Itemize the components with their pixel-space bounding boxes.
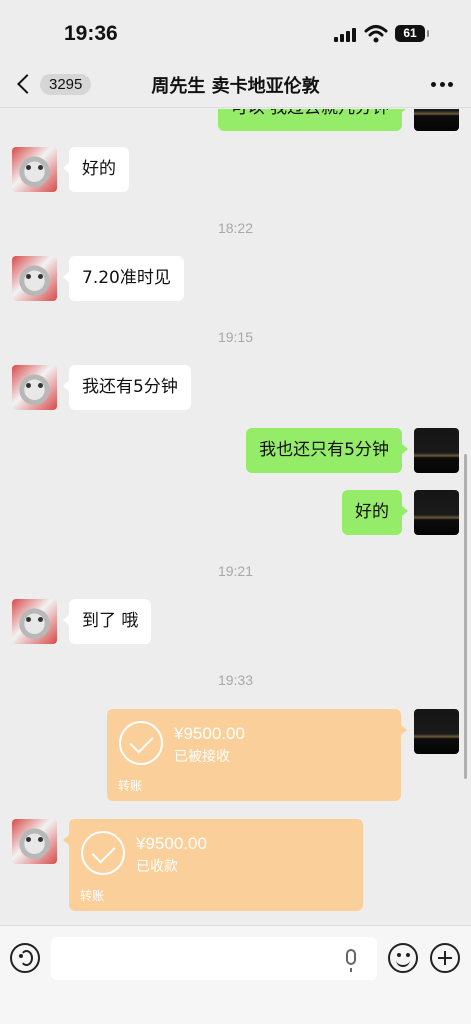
my-avatar[interactable] (414, 109, 459, 131)
message-bubble-received[interactable]: 我还有5分钟 (63, 365, 191, 410)
wifi-icon (364, 25, 388, 43)
unread-count-badge: 3295 (40, 73, 92, 95)
plus-icon[interactable] (430, 943, 460, 973)
contact-avatar[interactable] (12, 147, 57, 192)
my-avatar[interactable] (414, 490, 459, 535)
message-bubble-sent[interactable]: 好的 (342, 490, 408, 535)
timestamp: 19:33 (217, 672, 254, 688)
status-bar: 19:36 61 (0, 0, 471, 62)
message-bubble-sent[interactable]: 我也还只有5分钟 (246, 428, 408, 473)
chat-message-list[interactable]: 可以 我过去就几分钟 好的 18:22 7.20准时见 19:15 我还有5分钟… (0, 109, 471, 925)
message-bubble-received[interactable]: 好的 (63, 147, 129, 192)
transfer-status: 已收款 (136, 859, 178, 875)
check-icon (119, 721, 163, 765)
status-time: 19:36 (64, 22, 118, 45)
contact-avatar[interactable] (12, 599, 57, 644)
battery-icon: 61 (395, 25, 429, 42)
timestamp: 19:21 (217, 563, 254, 579)
back-button[interactable]: 3295 (14, 70, 92, 98)
transfer-amount: ¥9500.00 (136, 834, 207, 853)
more-icon[interactable] (431, 82, 453, 88)
scrollbar[interactable] (464, 454, 467, 779)
timestamp: 19:15 (217, 329, 254, 345)
transfer-status: 已被接收 (174, 749, 230, 765)
message-input[interactable] (51, 937, 377, 980)
my-avatar[interactable] (414, 709, 459, 754)
message-bubble-sent[interactable]: 可以 我过去就几分钟 (217, 109, 409, 131)
transfer-card-sent[interactable]: ¥9500.00 已被接收 转账 (107, 709, 407, 801)
input-bar (0, 925, 471, 1024)
microphone-icon[interactable] (346, 949, 356, 972)
transfer-amount: ¥9500.00 (174, 724, 245, 743)
emoji-icon[interactable] (388, 943, 418, 973)
nav-bar: 周先生 卖卡地亚伦敦 3295 (0, 62, 471, 108)
check-icon (81, 831, 125, 875)
contact-avatar[interactable] (12, 256, 57, 301)
voice-icon[interactable] (10, 943, 40, 973)
message-bubble-received[interactable]: 7.20准时见 (63, 256, 184, 301)
timestamp: 18:22 (217, 220, 254, 236)
transfer-card-received[interactable]: ¥9500.00 已收款 转账 (63, 819, 363, 911)
transfer-label: 转账 (80, 889, 105, 903)
transfer-label: 转账 (118, 779, 143, 793)
contact-avatar[interactable] (12, 819, 57, 864)
signal-icon (334, 28, 356, 42)
contact-avatar[interactable] (12, 365, 57, 410)
message-bubble-received[interactable]: 到了 哦 (62, 599, 152, 644)
back-icon (17, 74, 37, 94)
my-avatar[interactable] (414, 428, 459, 473)
